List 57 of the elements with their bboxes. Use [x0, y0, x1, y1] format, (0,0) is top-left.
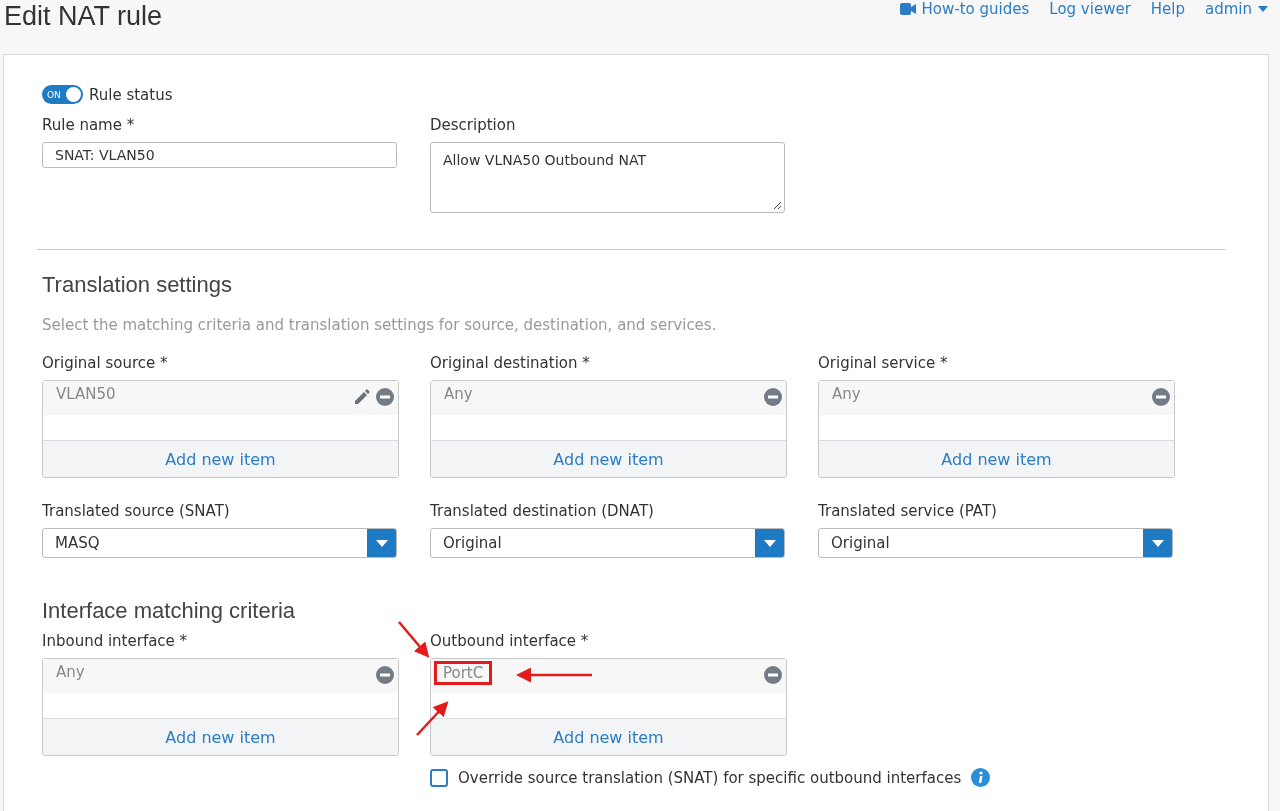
- add-item-button[interactable]: Add new item: [431, 440, 786, 477]
- add-item-button[interactable]: Add new item: [819, 440, 1174, 477]
- video-camera-icon: [899, 3, 916, 15]
- info-icon[interactable]: [971, 768, 991, 787]
- toggle-label: Rule status: [89, 85, 173, 104]
- caret-icon: [375, 539, 388, 547]
- item-text: VLAN50: [55, 385, 117, 403]
- remove-icon[interactable]: [1152, 388, 1170, 406]
- add-item-button[interactable]: Add new item: [43, 718, 398, 755]
- add-item-button[interactable]: Add new item: [43, 440, 398, 477]
- list-item[interactable]: PortC: [431, 659, 786, 693]
- user-menu[interactable]: admin: [1205, 0, 1268, 18]
- item-text: Any: [831, 385, 862, 403]
- header-link[interactable]: Help: [1150, 0, 1185, 18]
- checkbox-label: Override source translation (SNAT) for specific outbound interfaces: [458, 768, 962, 787]
- remove-icon[interactable]: [376, 666, 394, 684]
- annotation-arrow: [398, 621, 430, 658]
- field-label: Translated destination (DNAT): [430, 502, 655, 520]
- header-link[interactable]: How-to guides: [899, 0, 1030, 18]
- status-toggle[interactable]: ON: [42, 85, 83, 104]
- remove-icon[interactable]: [764, 388, 782, 406]
- annotation-arrow: [416, 701, 449, 736]
- add-item-button[interactable]: Add new item: [431, 718, 786, 755]
- resize-grip-icon[interactable]: [773, 201, 782, 210]
- list-item[interactable]: Any: [431, 381, 786, 415]
- field-label: Original service *: [818, 354, 949, 372]
- section-description: Select the matching criteria and translation settings for source, destination, and services.: [42, 316, 718, 334]
- dropdown[interactable]: MASQ: [42, 528, 397, 558]
- field-label: Rule name *: [42, 116, 136, 134]
- field-label: Original source *: [42, 354, 169, 372]
- dropdown[interactable]: Original: [818, 528, 1173, 558]
- list-item[interactable]: Any: [819, 381, 1174, 415]
- description-field[interactable]: Allow VLNA50 Outbound NAT: [430, 142, 785, 213]
- field-label: Original destination *: [430, 354, 591, 372]
- field-label: Translated service (PAT): [818, 502, 998, 520]
- field-label: Outbound interface *: [430, 632, 590, 650]
- rule-name-field[interactable]: SNAT: VLAN50: [42, 142, 397, 168]
- field-label: Translated source (SNAT): [42, 502, 231, 520]
- dropdown[interactable]: Original: [430, 528, 785, 558]
- field-label: Description: [430, 116, 517, 134]
- field-label: Inbound interface *: [42, 632, 189, 650]
- item-text: Any: [443, 385, 474, 403]
- remove-icon[interactable]: [376, 388, 394, 406]
- item-text: Any: [55, 663, 86, 681]
- header-link[interactable]: Log viewer: [1049, 0, 1131, 18]
- remove-icon[interactable]: [764, 666, 782, 684]
- override-checkbox[interactable]: [430, 768, 448, 787]
- caret-icon: [763, 539, 776, 547]
- section-title: Interface matching criteria: [42, 598, 297, 624]
- page-title: Edit NAT rule: [4, 0, 163, 32]
- caret-icon: [1151, 539, 1164, 547]
- item-text: PortC: [442, 664, 485, 682]
- list-item[interactable]: Any: [43, 659, 398, 693]
- caret-icon: [1258, 6, 1268, 12]
- pencil-icon[interactable]: [353, 388, 371, 406]
- section-title: Translation settings: [42, 272, 233, 298]
- list-item[interactable]: VLAN50: [43, 381, 398, 415]
